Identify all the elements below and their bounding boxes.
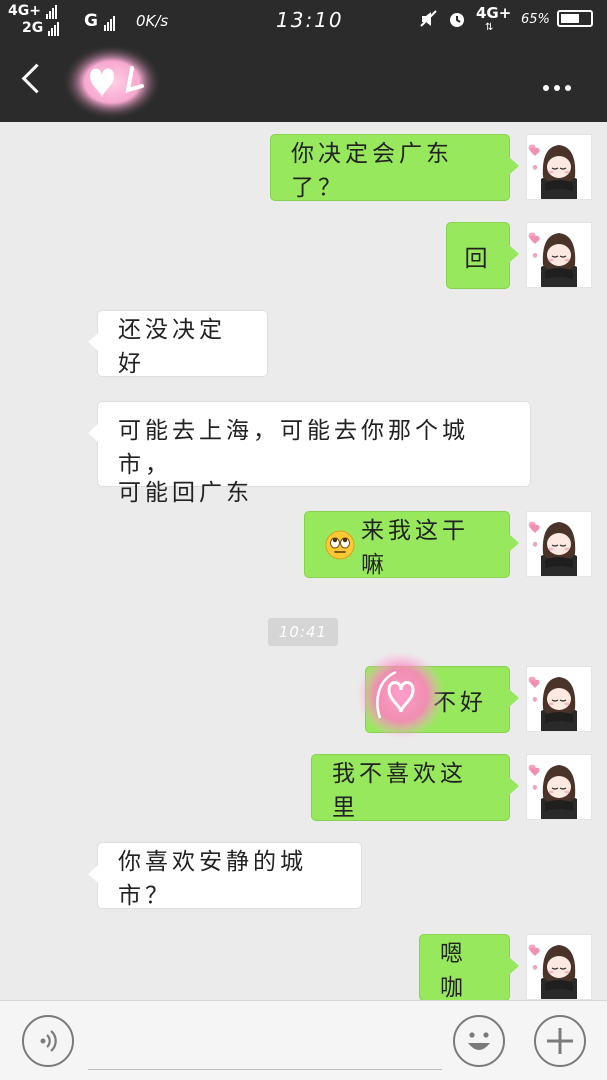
mute-icon (420, 10, 438, 32)
message-text: 回 (464, 245, 492, 272)
network-type-label: 2G (22, 20, 44, 36)
clock: 13:10 (276, 8, 344, 32)
chevron-left-icon (21, 63, 52, 94)
my-avatar[interactable] (526, 666, 592, 732)
alarm-icon (447, 9, 467, 33)
status-bar: 4G+ 2G G 0K/s 13:10 4G+ ⇅ 65% (0, 0, 607, 40)
message-text: 来我这干嘛 (361, 517, 469, 578)
network-speed: 0K/s (136, 12, 169, 30)
message-text: 你喜欢安静的城市？ (118, 848, 307, 909)
network-indicator-2: 2G (22, 20, 60, 36)
network-type-label: G (84, 11, 98, 31)
network-indicator-g: G (84, 11, 116, 31)
signal-icon (48, 20, 60, 36)
my-avatar[interactable] (526, 934, 592, 1000)
signal-icon (103, 11, 116, 31)
battery-percent: 65% (521, 12, 550, 27)
voice-button[interactable] (22, 1015, 74, 1067)
network-type-label: 4G+ (8, 3, 41, 19)
voice-icon (40, 1030, 57, 1052)
plus-icon (547, 1028, 573, 1054)
network-indicator-right: 4G+ (476, 4, 512, 22)
more-features-button[interactable] (534, 1015, 586, 1067)
input-bar (0, 1000, 607, 1080)
message-bubble-incoming[interactable]: 可能去上海，可能去你那个城市， 可能回广东 (88, 401, 531, 506)
network-indicator-1: 4G+ (8, 3, 58, 19)
chat-area[interactable]: 你决定会广东了？ 回 还没决定好 可能去上海，可能去你那个城市， 可能回广东 来… (0, 122, 607, 1000)
signal-icon (45, 3, 58, 19)
eye-roll-emoji (325, 530, 355, 560)
message-text: 还没决定好 (118, 316, 226, 377)
message-bubble-outgoing[interactable]: 嗯咖 (419, 934, 519, 1001)
chat-header (0, 40, 607, 122)
message-bubble-incoming[interactable]: 你喜欢安静的城市？ (88, 842, 362, 909)
data-arrows-icon: ⇅ (485, 22, 494, 33)
message-bubble-outgoing[interactable]: 我不喜欢这里 (311, 754, 519, 821)
message-text: 我不喜欢这里 (332, 760, 467, 821)
message-line: 可能回广东 (118, 480, 253, 506)
my-avatar[interactable] (526, 134, 592, 200)
message-text: 嗯咖 (440, 940, 467, 1001)
smiley-icon (468, 1032, 490, 1050)
battery-icon (557, 10, 593, 27)
my-avatar[interactable] (526, 754, 592, 820)
chat-timestamp: 10:41 (268, 618, 338, 646)
message-bubble-outgoing[interactable]: 你决定会广东了？ (270, 134, 519, 201)
heart-sticker (356, 650, 446, 740)
emoji-button[interactable] (453, 1015, 505, 1067)
back-button[interactable] (18, 62, 52, 98)
message-bubble-incoming[interactable]: 还没决定好 (88, 310, 268, 377)
my-avatar[interactable] (526, 222, 592, 288)
message-text: 可能去上海，可能去你那个城市， 可能回广东 (118, 414, 510, 510)
message-text: 你决定会广东了？ (291, 140, 453, 201)
message-input[interactable] (88, 1015, 442, 1070)
contact-name-avatar[interactable] (62, 44, 162, 120)
more-dots-icon (543, 76, 576, 95)
more-options-button[interactable] (543, 76, 579, 91)
my-avatar[interactable] (526, 511, 592, 577)
message-line: 可能去上海，可能去你那个城市， (118, 418, 469, 478)
message-bubble-outgoing[interactable]: 回 (446, 222, 519, 289)
message-bubble-outgoing[interactable]: 来我这干嘛 (304, 511, 519, 578)
